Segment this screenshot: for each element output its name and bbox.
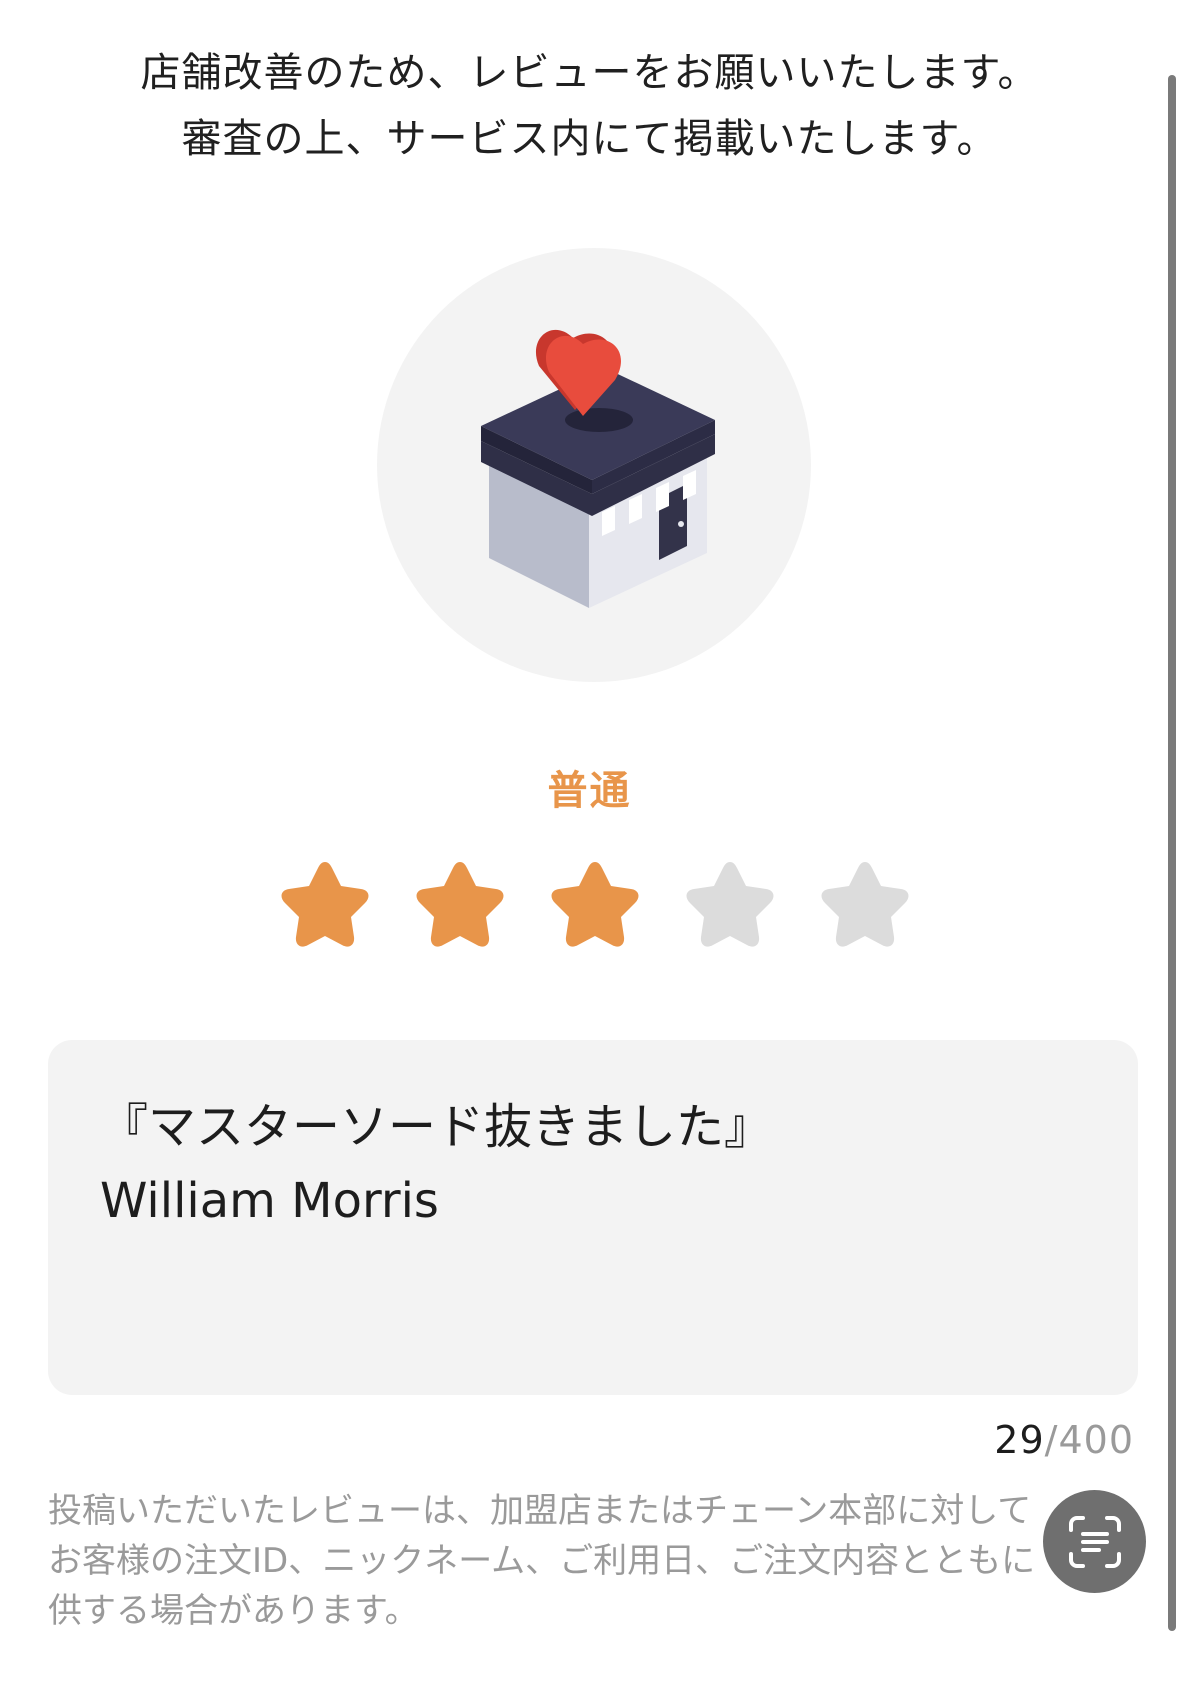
star-empty-icon[interactable]: [810, 854, 920, 964]
counter-separator: /: [1044, 1418, 1059, 1462]
rating-label: 普通: [547, 768, 632, 814]
shop-illustration: [377, 248, 811, 682]
star-filled-icon[interactable]: [270, 854, 380, 964]
intro-text: 店舗改善のため、レビューをお願いいたします。 審査の上、サービス内にて掲載いたし…: [0, 40, 1179, 172]
notice-line-3: 供する場合があります。: [48, 1591, 419, 1631]
intro-line-2: 審査の上、サービス内にて掲載いたします。: [181, 116, 998, 162]
review-notice: 投稿いただいたレビューは、加盟店またはチェーン本部に対して お客様の注文ID、ニ…: [48, 1486, 1088, 1636]
star-empty-icon[interactable]: [675, 854, 785, 964]
intro-line-1: 店舗改善のため、レビューをお願いいたします。: [140, 50, 1039, 96]
star-rating[interactable]: [270, 854, 920, 964]
scrollbar[interactable]: [1168, 75, 1176, 1631]
review-textarea[interactable]: 『マスターソード抜きました』 William Morris: [48, 1040, 1138, 1395]
text-scan-button[interactable]: [1043, 1490, 1146, 1593]
notice-line-1: 投稿いただいたレビューは、加盟店またはチェーン本部に対して: [48, 1491, 1032, 1531]
shop-with-heart-icon: [481, 329, 715, 608]
notice-line-2: お客様の注文ID、ニックネーム、ご利用日、ご注文内容とともに: [48, 1541, 1036, 1581]
counter-max: 400: [1058, 1418, 1134, 1462]
character-counter: 29/400: [994, 1418, 1134, 1462]
star-filled-icon[interactable]: [405, 854, 515, 964]
counter-current: 29: [994, 1418, 1045, 1462]
text-scan-icon: [1068, 1515, 1121, 1568]
star-filled-icon[interactable]: [540, 854, 650, 964]
